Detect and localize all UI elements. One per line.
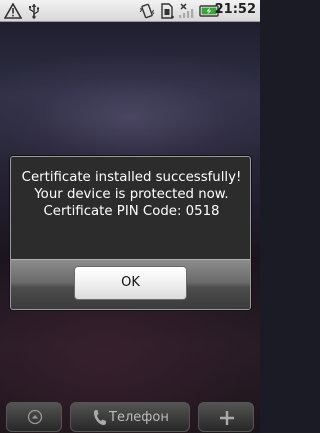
add-button[interactable] [198, 402, 254, 432]
usb-icon [29, 4, 40, 19]
message-line-3: Certificate PIN Code: 0518 [43, 204, 220, 219]
dialog-button-bar: OK [11, 259, 250, 309]
message-line-2: Your device is protected now. [34, 187, 229, 202]
vibrate-icon [139, 3, 155, 19]
status-time: 21:52 [214, 2, 256, 17]
certificate-dialog: Certificate installed successfully! Your… [10, 156, 251, 310]
no-signal-icon [179, 3, 194, 18]
message-line-1: Certificate installed successfully! [21, 170, 242, 185]
add-icon [220, 411, 234, 425]
phone-icon [94, 410, 106, 426]
bottom-dock: Телефон [0, 398, 260, 433]
apps-up-icon [27, 409, 43, 425]
sim-icon [161, 3, 174, 19]
phone-label: Телефон [109, 410, 169, 425]
status-bar: 21:52 [0, 0, 260, 22]
phone-button[interactable]: Телефон [70, 402, 190, 432]
ok-button[interactable]: OK [74, 266, 187, 300]
dialog-message: Certificate installed successfully! Your… [11, 169, 250, 220]
apps-button[interactable] [6, 402, 62, 432]
warning-icon [4, 3, 22, 19]
